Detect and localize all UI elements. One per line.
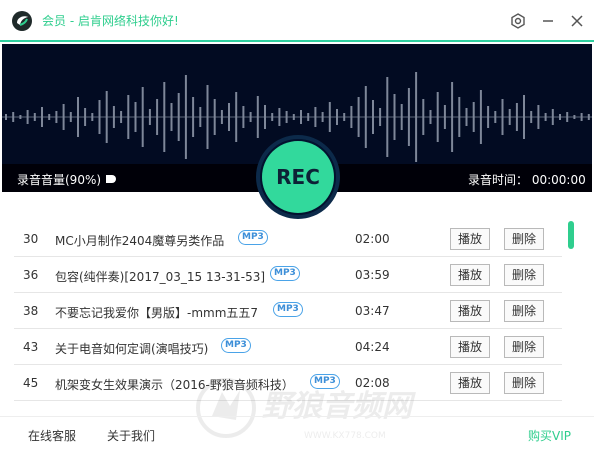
play-button[interactable]: 播放: [450, 372, 490, 394]
recording-row[interactable]: 43 关于电音如何定调(演唱技巧) MP3 04:24 播放 删除: [14, 329, 562, 365]
recording-duration: 04:24: [355, 340, 390, 354]
delete-button[interactable]: 删除: [504, 336, 544, 358]
recording-index: 36: [23, 268, 39, 282]
about-us-link[interactable]: 关于我们: [107, 427, 155, 444]
recording-name: 包容(纯伴奏)[2017_03_15 13-31-53]: [55, 270, 266, 284]
play-button[interactable]: 播放: [450, 300, 490, 322]
recording-row[interactable]: 36 包容(纯伴奏)[2017_03_15 13-31-53] MP3 03:59 播放…: [14, 257, 562, 293]
gear-icon[interactable]: [508, 11, 528, 31]
record-time-label: 录音时间： 00:00:00: [468, 173, 586, 187]
recording-name: MC小月制作2404魔尊另类作品: [55, 234, 225, 248]
minimize-icon[interactable]: [538, 11, 558, 31]
recording-row[interactable]: 30 MC小月制作2404魔尊另类作品 MP3 02:00 播放 删除: [14, 221, 562, 257]
recording-duration: 03:59: [355, 268, 390, 282]
app-logo-icon: [12, 11, 32, 31]
mp3-format-badge: MP3: [238, 230, 268, 245]
volume-label: 录音音量(90%): [17, 173, 102, 187]
delete-button[interactable]: 删除: [504, 228, 544, 250]
recording-index: 43: [23, 340, 39, 354]
mp3-format-badge: MP3: [273, 302, 303, 317]
volume-slider-knob[interactable]: [105, 174, 117, 184]
close-icon[interactable]: [567, 11, 587, 31]
record-button-label: REC: [262, 141, 334, 213]
recording-duration: 02:00: [355, 232, 390, 246]
recording-index: 38: [23, 304, 39, 318]
delete-button[interactable]: 删除: [504, 372, 544, 394]
scrollbar-thumb[interactable]: [568, 221, 574, 249]
delete-button[interactable]: 删除: [504, 264, 544, 286]
footer-bar: 在线客服 关于我们 购买VIP: [0, 416, 594, 449]
recording-name: 不要忘记我爱你【男版】-mmm五五7: [55, 306, 259, 320]
play-button[interactable]: 播放: [450, 264, 490, 286]
mp3-format-badge: MP3: [270, 266, 300, 281]
play-button[interactable]: 播放: [450, 336, 490, 358]
title-bar: 会员 - 启肯网络科技你好!: [0, 0, 594, 42]
mp3-format-badge: MP3: [221, 338, 251, 353]
record-button[interactable]: REC: [256, 135, 340, 219]
delete-button[interactable]: 删除: [504, 300, 544, 322]
recording-index: 30: [23, 232, 39, 246]
window-title: 会员 - 启肯网络科技你好!: [42, 14, 179, 28]
recording-name: 关于电音如何定调(演唱技巧): [55, 342, 209, 356]
recording-row[interactable]: 38 不要忘记我爱你【男版】-mmm五五7 MP3 03:47 播放 删除: [14, 293, 562, 329]
list-scrollbar[interactable]: [568, 221, 574, 397]
recording-index: 45: [23, 376, 39, 390]
recording-duration: 03:47: [355, 304, 390, 318]
buy-vip-link[interactable]: 购买VIP: [528, 427, 571, 444]
play-button[interactable]: 播放: [450, 228, 490, 250]
online-service-link[interactable]: 在线客服: [28, 427, 76, 444]
